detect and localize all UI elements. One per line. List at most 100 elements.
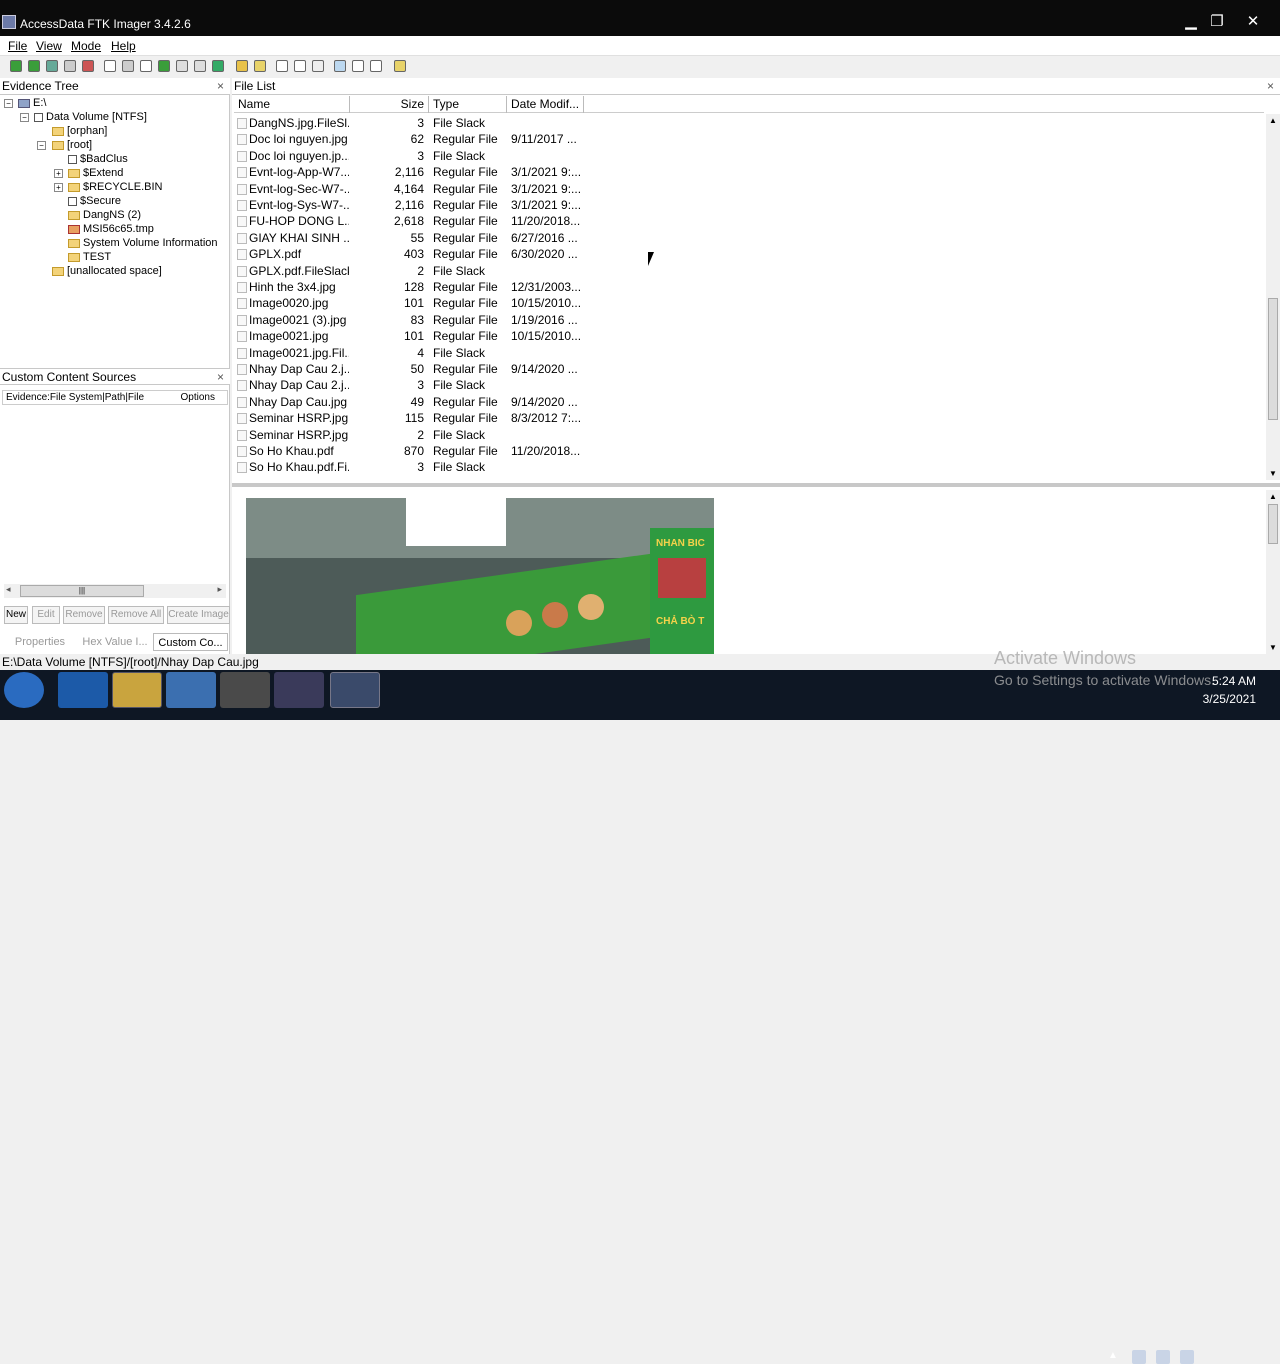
col-evidence-path[interactable]: Evidence:File System|Path|File [6, 392, 144, 403]
table-row[interactable]: Doc loi nguyen.jpg 62 Regular File 9/11/201… [234, 131, 634, 147]
menu-view[interactable]: View [36, 39, 62, 53]
tree-item-dangns[interactable]: DangNS (2) [68, 208, 141, 222]
capture-memory-icon[interactable] [236, 60, 248, 72]
table-row[interactable]: Image0021.jpg.Fil... 4 File Slack [234, 345, 634, 361]
action-center-icon[interactable] [1132, 1350, 1146, 1364]
table-row[interactable]: DangNS.jpg.FileSl... 3 File Slack [234, 115, 634, 131]
tree-item-extend[interactable]: $Extend [68, 166, 123, 180]
table-row[interactable]: FU-HOP DONG L... 2,618 Regular File 11/20/2… [234, 213, 634, 229]
col-options[interactable]: Options [181, 391, 215, 404]
export-files-icon[interactable] [276, 60, 288, 72]
show-hidden-icons-icon[interactable]: ▲ [1108, 1350, 1122, 1364]
custom-content-close-icon[interactable]: × [217, 369, 224, 385]
tab-custom-content[interactable]: Custom Co... [153, 633, 228, 651]
image-mounting-icon[interactable] [46, 60, 58, 72]
decrypt-icon[interactable] [194, 60, 206, 72]
hex-view-icon[interactable] [370, 60, 382, 72]
collapse-icon[interactable]: − [20, 113, 29, 122]
table-row[interactable]: Doc loi nguyen.jp... 3 File Slack [234, 148, 634, 164]
media-player-icon[interactable] [166, 672, 216, 708]
help-icon[interactable] [394, 60, 406, 72]
volume-icon[interactable] [1180, 1350, 1194, 1364]
remove-evidence-icon[interactable] [64, 60, 76, 72]
tree-item-root[interactable]: [root] [52, 138, 92, 152]
table-row[interactable]: Seminar HSRP.jpg... 2 File Slack [234, 427, 634, 443]
collapse-icon[interactable]: − [37, 141, 46, 150]
scroll-thumb[interactable] [1268, 504, 1278, 544]
close-button[interactable]: ✕ [1240, 12, 1266, 32]
export-directory-listing-icon[interactable] [312, 60, 324, 72]
table-row[interactable]: Image0020.jpg 101 Regular File 10/15/2010..… [234, 295, 634, 311]
menu-file[interactable]: File [8, 39, 27, 53]
export-file-hash-icon[interactable] [294, 60, 306, 72]
tree-item-badclus[interactable]: $BadClus [68, 152, 128, 166]
tree-item-drive-e[interactable]: E:\ [18, 96, 46, 110]
ftk-imager-taskbar-icon[interactable] [330, 672, 380, 708]
menu-help[interactable]: Help [111, 39, 136, 53]
table-row[interactable]: GPLX.pdf 403 Regular File 6/30/2020 ... [234, 246, 634, 262]
taskbar-date[interactable]: 3/25/2021 [1196, 692, 1256, 706]
tree-item-system-volume-info[interactable]: System Volume Information [68, 236, 218, 250]
auto-view-icon[interactable] [334, 60, 346, 72]
remove-button[interactable]: Remove [63, 606, 105, 624]
chrome-icon[interactable] [220, 672, 270, 708]
network-icon[interactable] [1156, 1350, 1170, 1364]
add-all-evidence-icon[interactable] [28, 60, 40, 72]
scroll-up-icon[interactable]: ▲ [1269, 116, 1277, 125]
tree-item-unallocated[interactable]: [unallocated space] [52, 264, 162, 278]
scroll-right-icon[interactable]: ▸ [217, 584, 222, 595]
table-row[interactable]: GIAY KHAI SINH ... 55 Regular File 6/27/201… [234, 230, 634, 246]
evidence-tree-close-icon[interactable]: × [217, 78, 224, 94]
tree-item-data-volume[interactable]: Data Volume [NTFS] [34, 110, 147, 124]
table-row[interactable]: Nhay Dap Cau 2.j... 50 Regular File 9/14/20… [234, 361, 634, 377]
tree-item-secure[interactable]: $Secure [68, 194, 121, 208]
table-row[interactable]: GPLX.pdf.FileSlack 2 File Slack [234, 263, 634, 279]
collapse-icon[interactable]: − [4, 99, 13, 108]
add-to-custom-content-icon[interactable] [158, 60, 170, 72]
new-button[interactable]: New [4, 606, 28, 624]
remove-all-button[interactable]: Remove All [108, 606, 164, 624]
table-row[interactable]: Nhay Dap Cau.jpg 49 Regular File 9/14/2020 … [234, 394, 634, 410]
splitter[interactable] [232, 483, 1280, 487]
tab-properties[interactable]: Properties [4, 633, 76, 651]
tab-hex-value[interactable]: Hex Value I... [78, 633, 152, 651]
create-disk-image-icon[interactable] [104, 60, 116, 72]
maximize-button[interactable]: ❐ [1204, 12, 1230, 32]
menu-mode[interactable]: Mode [71, 39, 101, 53]
file-list-vertical-scrollbar[interactable]: ▲ ▼ [1266, 114, 1280, 480]
verify-drive-icon[interactable] [212, 60, 224, 72]
horizontal-scrollbar[interactable]: ◂ ||| ▸ [4, 584, 226, 598]
start-button[interactable] [4, 672, 44, 708]
minimize-button[interactable]: ▁ [1178, 12, 1204, 32]
tree-item-orphan[interactable]: [orphan] [52, 124, 107, 138]
scroll-down-icon[interactable]: ▼ [1269, 643, 1277, 652]
col-size[interactable]: Size [350, 96, 429, 113]
export-logical-image-icon[interactable] [140, 60, 152, 72]
create-image-button[interactable]: Create Image [167, 606, 230, 624]
tree-item-test[interactable]: TEST [68, 250, 111, 264]
scroll-left-icon[interactable]: ◂ [6, 584, 11, 595]
table-row[interactable]: Seminar HSRP.jpg 115 Regular File 8/3/2012 … [234, 410, 634, 426]
taskbar-clock[interactable]: 5:24 AM [1196, 674, 1256, 688]
scroll-thumb[interactable]: ||| [20, 585, 144, 597]
col-type[interactable]: Type [429, 96, 507, 113]
remove-all-evidence-icon[interactable] [82, 60, 94, 72]
col-name[interactable]: Name [234, 96, 350, 113]
col-date-modified[interactable]: Date Modif... [507, 96, 584, 113]
tree-item-msi-tmp[interactable]: MSI56c65.tmp [68, 222, 154, 236]
table-row[interactable]: Evnt-log-App-W7... 2,116 Regular File 3/1/2… [234, 164, 634, 180]
tree-item-recycle-bin[interactable]: $RECYCLE.BIN [68, 180, 162, 194]
create-custom-image-icon[interactable] [176, 60, 188, 72]
export-disk-image-icon[interactable] [122, 60, 134, 72]
table-row[interactable]: Image0021 (3).jpg 83 Regular File 1/19/2016… [234, 312, 634, 328]
expand-icon[interactable]: + [54, 183, 63, 192]
table-row[interactable]: Evnt-log-Sec-W7-... 4,164 Regular File 3/1/… [234, 181, 634, 197]
table-row[interactable]: Nhay Dap Cau 2.j... 3 File Slack [234, 377, 634, 393]
table-row[interactable]: So Ho Khau.pdf.Fi... 3 File Slack [234, 459, 634, 475]
text-view-icon[interactable] [352, 60, 364, 72]
scroll-thumb[interactable] [1268, 298, 1278, 420]
edit-button[interactable]: Edit [32, 606, 60, 624]
add-evidence-icon[interactable] [10, 60, 22, 72]
table-row[interactable]: Image0021.jpg 101 Regular File 10/15/2010..… [234, 328, 634, 344]
internet-explorer-icon[interactable] [58, 672, 108, 708]
